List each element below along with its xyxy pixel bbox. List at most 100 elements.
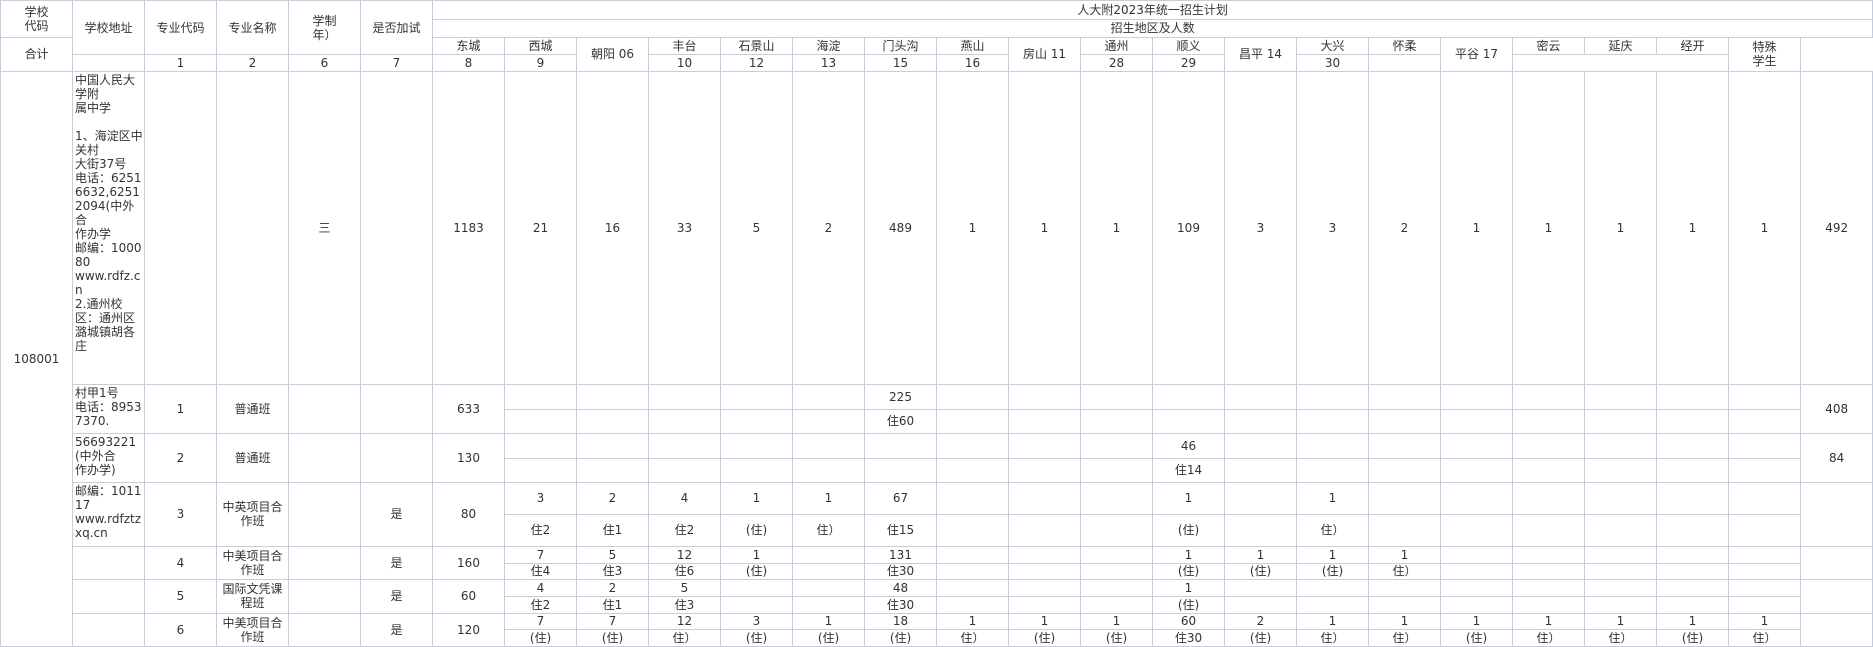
region-value: 60: [1152, 612, 1225, 631]
region-value: 5: [576, 546, 649, 564]
total-value: 633: [432, 384, 505, 434]
region-note: (住): [1224, 562, 1297, 581]
region-note: (住): [720, 562, 793, 581]
school-address: 56693221(中外合 作办学): [72, 432, 145, 483]
region-value: [1512, 481, 1585, 515]
region-note: [1152, 409, 1225, 434]
region-value: 1: [1296, 612, 1369, 631]
region-note: [936, 409, 1009, 434]
region-note: (住): [576, 629, 649, 647]
region-value: [720, 384, 793, 410]
region-note: [1656, 409, 1729, 434]
region-note: 住30: [1152, 629, 1225, 647]
region-value: 1: [1440, 71, 1513, 385]
region-code: 13: [792, 54, 865, 72]
major-name: 中美项目合作班: [216, 546, 289, 581]
region-note: 住30: [864, 562, 937, 581]
region-note: 住2: [504, 513, 577, 548]
region-note: 住2: [648, 513, 721, 548]
special-header: 特殊 学生: [1728, 36, 1801, 73]
region-note: 住14: [1152, 457, 1225, 483]
region-value: 3: [1296, 71, 1369, 385]
region-note: 住）: [1584, 629, 1657, 647]
region-value: 2: [1224, 612, 1297, 631]
region-value: [504, 384, 577, 410]
region-value: [1656, 546, 1729, 564]
region-note: 住15: [864, 513, 937, 548]
region-note: [864, 457, 937, 483]
region-note: [576, 409, 649, 434]
region-name: 朝阳 06: [576, 36, 649, 73]
region-value: 1: [1368, 612, 1441, 631]
region-value: [936, 384, 1009, 410]
region-value: 3: [1224, 71, 1297, 385]
region-value: 1: [1224, 546, 1297, 564]
extra-fee: 是: [360, 481, 433, 548]
region-note: [1512, 409, 1585, 434]
region-note: [1440, 562, 1513, 581]
region-value: 4: [648, 481, 721, 515]
region-value: 67: [864, 481, 937, 515]
region-note: [1512, 595, 1585, 614]
region-note: [1008, 562, 1081, 581]
special-value: 492: [1799, 71, 1873, 385]
region-value: 18: [864, 612, 937, 631]
region-note: 住）: [936, 629, 1009, 647]
region-note: [1080, 513, 1153, 548]
region-value: 12: [648, 612, 721, 631]
region-note: [1656, 595, 1729, 614]
years-value: [288, 384, 361, 434]
region-note: 住6: [648, 562, 721, 581]
region-note: [1080, 562, 1153, 581]
region-value: 1: [1656, 71, 1729, 385]
school-address: 中国人民大学附 属中学 1、海淀区中关村 大街37号 电话：62516632,6…: [72, 71, 145, 385]
table-row: 56693221(中外合 作办学) 2 普通班 130 46 84: [1, 432, 1873, 483]
region-note: [1440, 457, 1513, 483]
region-value: [1728, 432, 1801, 459]
region-note: (住): [1152, 513, 1225, 548]
major-code: 3: [144, 481, 217, 548]
region-value: 1: [1080, 612, 1153, 631]
total-value: 80: [432, 481, 505, 548]
region-note: 住1: [576, 595, 649, 614]
region-value: [1008, 384, 1081, 410]
region-name: 通州: [1080, 36, 1153, 56]
region-value: [1224, 384, 1297, 410]
region-value: [1512, 579, 1585, 597]
region-value: 1: [1728, 71, 1801, 385]
region-value: 1: [1152, 546, 1225, 564]
region-value: [1224, 481, 1297, 515]
years-value: [288, 612, 361, 647]
region-value: 489: [864, 71, 937, 385]
region-value: [1584, 546, 1657, 564]
special-value: [1799, 579, 1873, 614]
region-value: 33: [648, 71, 721, 385]
region-value: 109: [1152, 71, 1225, 385]
region-note: [1656, 513, 1729, 548]
region-value: 7: [504, 612, 577, 631]
major-code: 6: [144, 612, 217, 647]
region-value: 5: [648, 579, 721, 597]
region-value: 16: [576, 71, 649, 385]
region-name: 东城: [432, 36, 505, 56]
region-note: [1080, 595, 1153, 614]
region-note: [1728, 409, 1801, 434]
region-value: 12: [648, 546, 721, 564]
region-note: 住）: [1296, 513, 1369, 548]
region-value: [1080, 579, 1153, 597]
region-value: [720, 432, 793, 459]
region-value: [504, 432, 577, 459]
region-code: 30: [1296, 54, 1369, 72]
region-value: 3: [720, 612, 793, 631]
major-code-header: 专业代码: [144, 0, 217, 56]
school-code-header: 学校 代码: [0, 0, 73, 38]
major-name: [216, 71, 289, 385]
region-note: [1512, 562, 1585, 581]
region-note: [1728, 513, 1801, 548]
page-title: 人大附2023年统一招生计划: [431, 0, 1873, 20]
region-name: 延庆: [1584, 36, 1657, 56]
region-value: [1584, 384, 1657, 410]
region-name: 平谷 17: [1440, 36, 1513, 73]
region-value: [936, 546, 1009, 564]
region-value: 1: [1728, 612, 1801, 631]
